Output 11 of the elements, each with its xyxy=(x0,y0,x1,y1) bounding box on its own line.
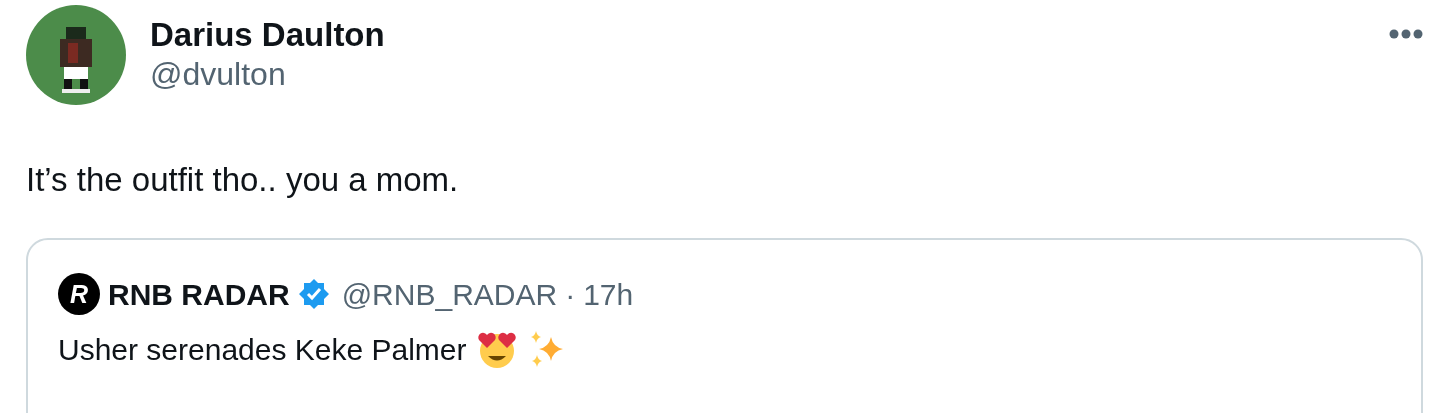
separator-dot: · xyxy=(565,276,576,313)
author-name[interactable]: Darius Daulton xyxy=(150,15,1389,55)
more-icon[interactable] xyxy=(1389,29,1423,39)
quoted-author-handle: @RNB_RADAR xyxy=(341,276,558,313)
timestamp: 17h xyxy=(583,276,634,313)
quoted-tweet-text: Usher serenades Keke Palmer xyxy=(58,331,467,368)
account-logo[interactable]: R xyxy=(58,273,100,316)
quoted-tweet-card[interactable]: R RNB RADAR @RNB_RADAR · 17h Usher serenades Keke Palmer xyxy=(26,237,1423,413)
quoted-author-name: RNB RADAR xyxy=(108,276,290,313)
author-handle[interactable]: @dvulton xyxy=(150,54,1389,93)
tweet-text: It’s the outfit tho.. you a mom. xyxy=(26,160,460,200)
